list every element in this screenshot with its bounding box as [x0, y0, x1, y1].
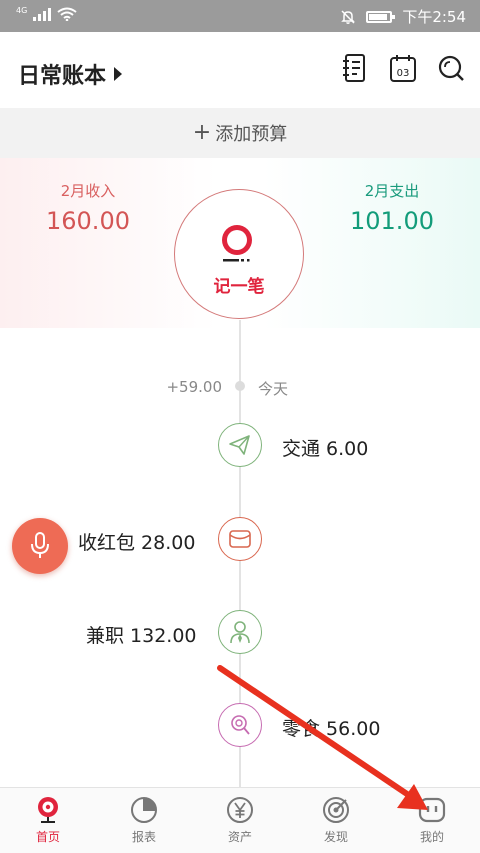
- envelope-icon: [229, 530, 251, 548]
- lollipop-icon: [231, 715, 250, 735]
- record-entry-button[interactable]: 记一笔: [174, 189, 304, 319]
- snack-entry[interactable]: 零食 56.00: [282, 714, 380, 741]
- search-button[interactable]: [436, 52, 466, 84]
- day-dot: [235, 381, 245, 391]
- calendar-button[interactable]: 03: [388, 52, 418, 84]
- nav-home[interactable]: 首页: [0, 788, 96, 853]
- plus-icon: +: [192, 120, 212, 145]
- battery-icon: [366, 10, 396, 23]
- bottom-nav: 首页 报表 资产 发现 我的: [0, 787, 480, 853]
- day-label: 今天: [258, 380, 289, 398]
- app-screen: 4G 下午2:54 日常账本 03 + 添加预算 2月收入 160.00 2月支…: [0, 0, 480, 853]
- wifi-icon: [57, 7, 77, 21]
- target-icon: [321, 795, 351, 825]
- nav-assets[interactable]: 资产: [192, 788, 288, 853]
- nav-mine-label: 我的: [419, 830, 444, 844]
- profile-face-icon: [417, 795, 447, 825]
- status-right: 下午2:54: [340, 6, 466, 27]
- worker-icon: [230, 621, 250, 644]
- bill-list-button[interactable]: [340, 52, 370, 84]
- add-budget-label: 添加预算: [215, 124, 288, 145]
- paper-plane-icon: [229, 435, 250, 455]
- record-entry-label: 记一笔: [213, 277, 265, 297]
- expense-summary[interactable]: 2月支出 101.00: [312, 180, 472, 235]
- status-bar: 4G 下午2:54: [0, 0, 480, 32]
- transport-entry-icon[interactable]: [218, 423, 262, 467]
- home-pin-icon: [33, 795, 63, 825]
- add-budget-button[interactable]: + 添加预算: [0, 108, 480, 158]
- nav-discover[interactable]: 发现: [288, 788, 384, 853]
- nav-discover-label: 发现: [323, 830, 348, 844]
- signal-icon: [33, 7, 52, 21]
- app-logo-icon: [222, 225, 252, 262]
- nav-reports[interactable]: 报表: [96, 788, 192, 853]
- calendar-icon: 03: [390, 55, 416, 82]
- book-switcher[interactable]: 日常账本: [18, 58, 123, 90]
- clock: 下午2:54: [402, 8, 466, 26]
- book-title: 日常账本: [18, 64, 107, 89]
- microphone-icon: [31, 532, 49, 558]
- nav-home-label: 首页: [35, 830, 60, 844]
- expense-value: 101.00: [350, 207, 434, 235]
- app-header: 日常账本 03: [0, 32, 480, 108]
- part-time-entry-icon[interactable]: [218, 610, 262, 654]
- voice-input-button[interactable]: [12, 518, 68, 574]
- yen-coin-icon: [225, 795, 255, 825]
- nav-reports-label: 报表: [131, 830, 156, 844]
- expense-label: 2月支出: [364, 182, 420, 200]
- search-icon: [438, 55, 464, 81]
- part-time-entry[interactable]: 兼职 132.00: [86, 621, 197, 648]
- snack-entry-icon[interactable]: [218, 703, 262, 747]
- nav-mine[interactable]: 我的: [384, 788, 480, 853]
- network-type: 4G: [16, 6, 28, 15]
- triangle-right-icon: [114, 67, 123, 81]
- income-label: 2月收入: [60, 182, 116, 200]
- transport-entry[interactable]: 交通 6.00: [282, 434, 368, 461]
- red-envelope-entry-icon[interactable]: [218, 517, 262, 561]
- day-total: +59.00: [166, 378, 222, 396]
- red-envelope-entry[interactable]: 收红包 28.00: [78, 528, 195, 555]
- status-left: 4G: [16, 7, 77, 21]
- header-actions: 03: [340, 52, 466, 84]
- nav-assets-label: 资产: [227, 830, 252, 844]
- bill-list-icon: [343, 54, 365, 82]
- svg-text:03: 03: [397, 68, 410, 79]
- income-value: 160.00: [46, 207, 130, 235]
- income-summary[interactable]: 2月收入 160.00: [8, 180, 168, 235]
- mute-bell-icon: [341, 9, 356, 24]
- pie-chart-icon: [129, 795, 159, 825]
